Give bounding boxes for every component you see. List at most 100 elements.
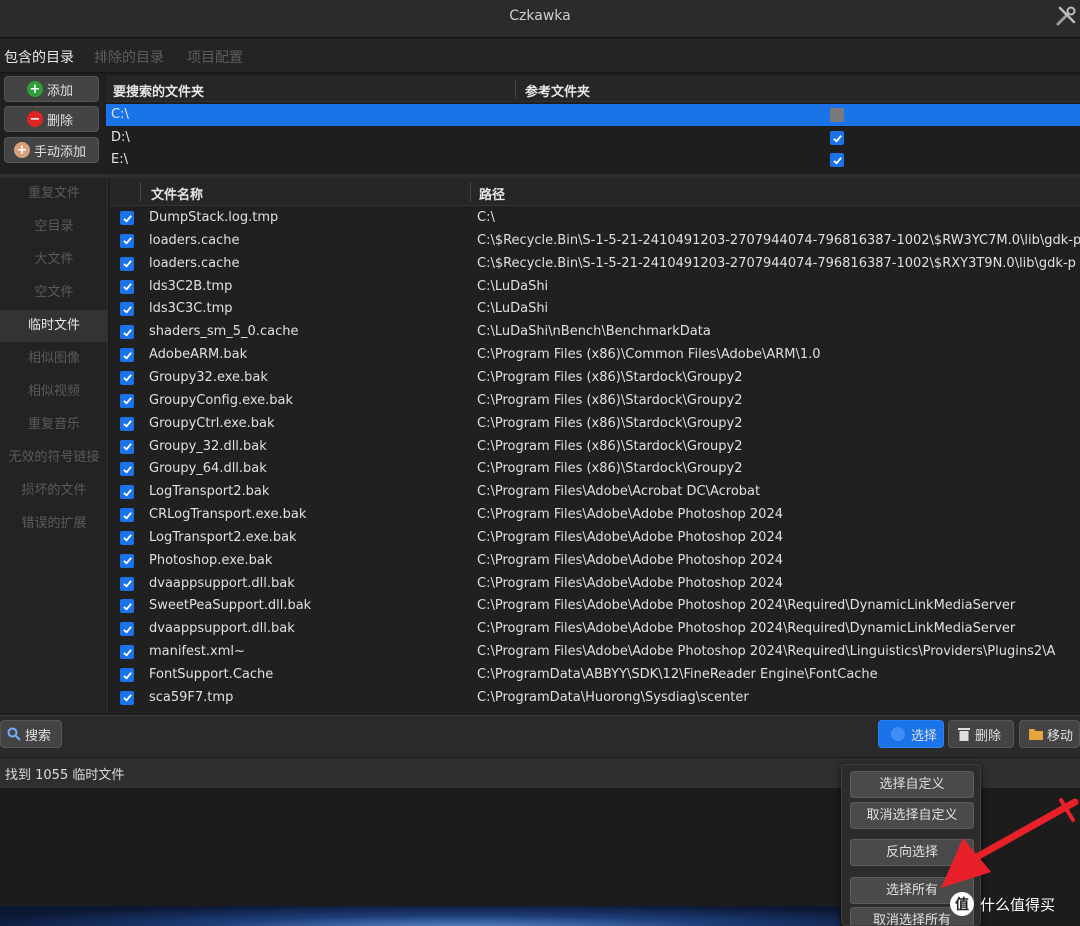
- file-name: Groupy32.exe.bak: [149, 369, 268, 385]
- table-row[interactable]: loaders.cache C:\$Recycle.Bin\S-1-5-21-24…: [110, 230, 1080, 253]
- row-checkbox[interactable]: [120, 233, 134, 248]
- table-row[interactable]: LogTransport2.bak C:\Program Files\Adobe\…: [110, 481, 1080, 504]
- file-path: C:\ProgramData\ABBYY\SDK\12\FineReader E…: [477, 667, 878, 682]
- dir-row[interactable]: D:\: [106, 127, 1080, 149]
- table-row[interactable]: Photoshop.exe.bak C:\Program Files\Adobe\…: [110, 550, 1080, 573]
- search-button[interactable]: 搜索: [0, 720, 62, 748]
- row-checkbox[interactable]: [120, 325, 134, 340]
- move-button[interactable]: 移动: [1019, 720, 1080, 748]
- reference-checkbox[interactable]: [830, 108, 844, 122]
- table-row[interactable]: lds3C2B.tmp C:\LuDaShi: [110, 276, 1080, 299]
- row-checkbox[interactable]: [120, 279, 134, 294]
- sidebar-item-empty-dirs[interactable]: 空目录: [0, 211, 108, 243]
- remove-dir-button[interactable]: − 删除: [4, 106, 99, 132]
- col-search-folder[interactable]: 要搜索的文件夹: [113, 81, 204, 100]
- table-row[interactable]: lds3C3C.tmp C:\LuDaShi: [110, 298, 1080, 321]
- select-custom-button[interactable]: 选择自定义: [850, 771, 974, 798]
- tools-icon[interactable]: [1054, 4, 1078, 28]
- dir-row[interactable]: C:\: [106, 104, 1080, 126]
- sidebar-item-bad-extensions[interactable]: 错误的扩展: [0, 508, 108, 540]
- table-row[interactable]: shaders_sm_5_0.cache C:\LuDaShi\nBench\Be…: [110, 321, 1080, 344]
- table-row[interactable]: manifest.xml~ C:\Program Files\Adobe\Adob…: [110, 641, 1080, 664]
- table-row[interactable]: loaders.cache C:\$Recycle.Bin\S-1-5-21-24…: [110, 253, 1080, 276]
- table-row[interactable]: GroupyCtrl.exe.bak C:\Program Files (x86)…: [110, 413, 1080, 436]
- search-icon: [7, 727, 21, 741]
- file-name: GroupyConfig.exe.bak: [149, 392, 294, 408]
- tab-included-dirs[interactable]: 包含的目录: [4, 47, 74, 67]
- status-text: 找到 1055 临时文件: [5, 768, 125, 783]
- table-row[interactable]: CRLogTransport.exe.bak C:\Program Files\A…: [110, 504, 1080, 527]
- check-icon: [122, 306, 132, 314]
- table-row[interactable]: FontSupport.Cache C:\ProgramData\ABBYY\SD…: [110, 664, 1080, 687]
- sidebar-item-big-files[interactable]: 大文件: [0, 244, 108, 276]
- check-icon: [122, 420, 132, 428]
- sidebar-item-temp-files[interactable]: 临时文件: [0, 310, 108, 342]
- tab-project-config[interactable]: 项目配置: [187, 47, 243, 67]
- check-icon: [122, 237, 132, 245]
- row-checkbox[interactable]: [120, 530, 134, 545]
- file-name: dvaappsupport.dll.bak: [149, 575, 295, 591]
- row-checkbox[interactable]: [120, 439, 134, 454]
- row-checkbox[interactable]: [120, 668, 134, 682]
- table-row[interactable]: dvaappsupport.dll.bak C:\Program Files\Ad…: [110, 573, 1080, 596]
- table-row[interactable]: DumpStack.log.tmp C:\: [110, 207, 1080, 230]
- file-name: sca59F7.tmp: [149, 689, 234, 705]
- manual-add-dir-button[interactable]: + 手动添加: [4, 137, 99, 163]
- table-row[interactable]: Groupy32.exe.bak C:\Program Files (x86)\S…: [110, 367, 1080, 390]
- dir-row[interactable]: E:\: [106, 149, 1080, 171]
- reference-checkbox[interactable]: [830, 131, 844, 145]
- sidebar-item-broken-files[interactable]: 损坏的文件: [0, 475, 108, 507]
- table-row[interactable]: AdobeARM.bak C:\Program Files (x86)\Commo…: [110, 344, 1080, 367]
- row-checkbox[interactable]: [120, 485, 134, 500]
- move-label: 移动: [1047, 728, 1074, 744]
- row-checkbox[interactable]: [120, 645, 134, 660]
- row-checkbox[interactable]: [120, 599, 134, 614]
- table-row[interactable]: dvaappsupport.dll.bak C:\Program Files\Ad…: [110, 618, 1080, 641]
- row-checkbox[interactable]: [120, 622, 134, 637]
- row-checkbox[interactable]: [120, 553, 134, 568]
- add-dir-button[interactable]: + 添加: [4, 76, 99, 102]
- file-path: C:\Program Files (x86)\Common Files\Adob…: [477, 347, 821, 363]
- file-path: C:\Program Files\Adobe\Adobe Photoshop 2…: [477, 507, 783, 523]
- check-icon: [122, 648, 132, 657]
- table-row[interactable]: sca59F7.tmp C:\ProgramData\Huorong\Sysdia…: [110, 687, 1080, 710]
- table-row[interactable]: GroupyConfig.exe.bak C:\Program Files (x8…: [110, 390, 1080, 413]
- file-path: C:\LuDaShi: [477, 301, 549, 317]
- table-row[interactable]: SweetPeaSupport.dll.bak C:\Program Files\…: [110, 595, 1080, 618]
- row-checkbox[interactable]: [120, 348, 134, 363]
- col-file-name[interactable]: 文件名称: [151, 184, 203, 203]
- file-path: C:\Program Files\Adobe\Adobe Photoshop 2…: [477, 552, 783, 568]
- row-checkbox[interactable]: [120, 462, 134, 477]
- file-name: Groupy_64.dll.bak: [149, 461, 267, 477]
- col-reference-folder[interactable]: 参考文件夹: [525, 81, 590, 100]
- row-checkbox[interactable]: [120, 256, 134, 271]
- sidebar-item-duplicate-music[interactable]: 重复音乐: [0, 409, 108, 441]
- sidebar-item-duplicate-files[interactable]: 重复文件: [0, 178, 108, 210]
- remove-dir-label: 删除: [47, 113, 74, 129]
- table-row[interactable]: Groupy_64.dll.bak C:\Program Files (x86)\…: [110, 458, 1080, 481]
- row-checkbox[interactable]: [120, 576, 134, 591]
- select-button[interactable]: 选择: [878, 720, 944, 748]
- file-path: C:\Program Files (x86)\Stardock\Groupy2: [477, 438, 743, 454]
- file-name: lds3C3C.tmp: [149, 301, 233, 317]
- check-icon: [122, 534, 132, 542]
- file-name: Groupy_32.dll.bak: [149, 438, 267, 454]
- row-checkbox[interactable]: [120, 302, 134, 317]
- sidebar-item-invalid-symlinks[interactable]: 无效的符号链接: [0, 442, 108, 474]
- select-icon: [891, 727, 905, 741]
- col-path[interactable]: 路径: [479, 184, 505, 203]
- row-checkbox[interactable]: [120, 416, 134, 431]
- reference-checkbox[interactable]: [830, 153, 844, 167]
- table-row[interactable]: Groupy_32.dll.bak C:\Program Files (x86)\…: [110, 436, 1080, 459]
- row-checkbox[interactable]: [120, 393, 134, 408]
- sidebar-item-empty-files[interactable]: 空文件: [0, 277, 108, 309]
- row-checkbox[interactable]: [120, 211, 134, 225]
- table-row[interactable]: LogTransport2.exe.bak C:\Program Files\Ad…: [110, 527, 1080, 550]
- row-checkbox[interactable]: [120, 690, 134, 705]
- sidebar-item-similar-images[interactable]: 相似图像: [0, 343, 108, 375]
- row-checkbox[interactable]: [120, 370, 134, 385]
- tab-excluded-dirs[interactable]: 排除的目录: [94, 47, 164, 67]
- row-checkbox[interactable]: [120, 508, 134, 523]
- delete-button[interactable]: 删除: [948, 720, 1014, 748]
- sidebar-item-similar-videos[interactable]: 相似视频: [0, 376, 108, 408]
